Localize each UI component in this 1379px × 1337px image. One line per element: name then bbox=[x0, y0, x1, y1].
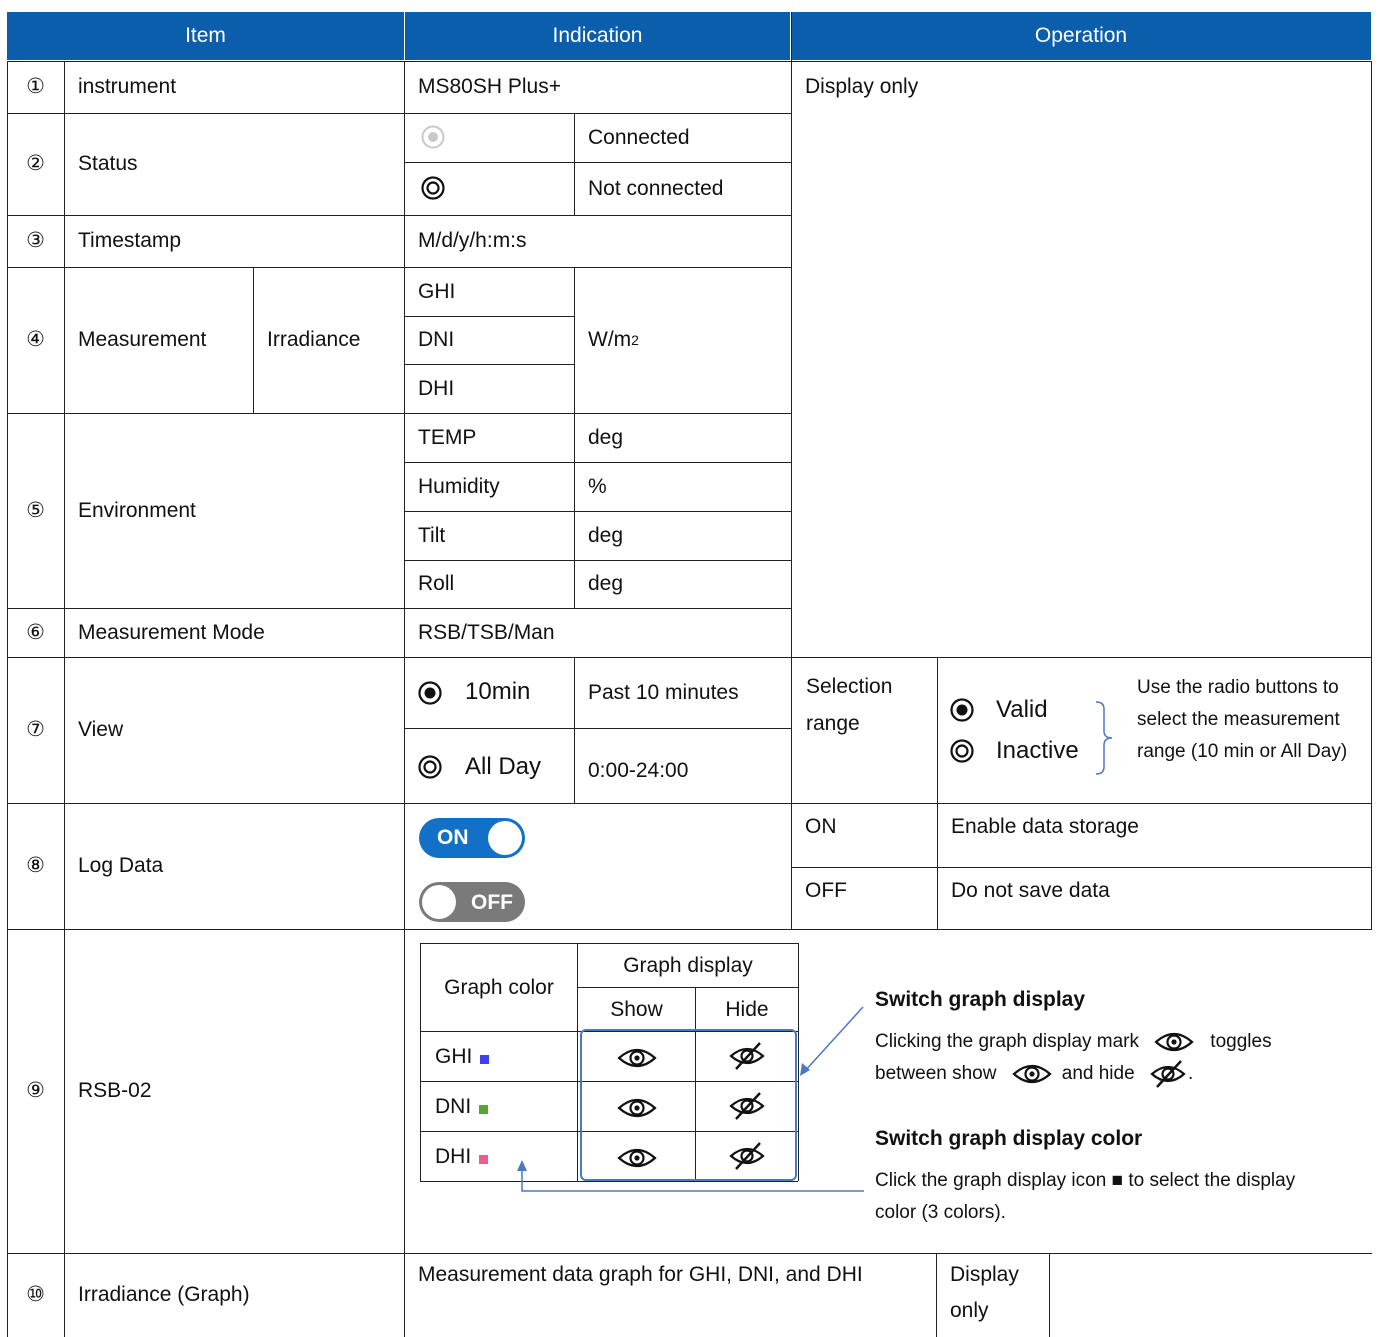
toggle-off-label: OFF bbox=[471, 891, 513, 914]
log-off-toggle[interactable]: OFF bbox=[419, 882, 525, 922]
param-name: Humidity bbox=[418, 474, 500, 498]
item-label: Log Data bbox=[78, 854, 164, 878]
param-unit: deg bbox=[588, 572, 624, 596]
item-label: RSB-02 bbox=[78, 1079, 152, 1103]
sub-item-label: Irradiance bbox=[267, 328, 361, 352]
eye-icon bbox=[1012, 1062, 1052, 1086]
param-dni: DNI bbox=[418, 328, 455, 352]
param-unit: deg bbox=[588, 523, 624, 547]
note-text: . bbox=[1187, 1063, 1194, 1084]
param-unit: % bbox=[588, 474, 607, 498]
not-connected-label: Not connected bbox=[588, 176, 724, 200]
color-square-icon[interactable] bbox=[479, 1155, 489, 1164]
callout-lines bbox=[517, 1006, 864, 1192]
toggle-on-label: ON bbox=[437, 826, 469, 849]
toggle-knob bbox=[422, 885, 456, 919]
unit-text: W/m bbox=[588, 328, 632, 352]
switch-display-line2: between show and hide . bbox=[875, 1058, 1193, 1090]
header-item: Item bbox=[7, 12, 404, 60]
note-text: between show bbox=[875, 1063, 997, 1084]
series-name: DHI bbox=[435, 1144, 472, 1168]
color-square-icon[interactable] bbox=[479, 1105, 489, 1114]
note-text: toggles bbox=[1210, 1031, 1272, 1052]
graph-display-header: Graph display bbox=[623, 953, 753, 977]
item-label: View bbox=[78, 718, 124, 742]
row-number: ⑦ bbox=[26, 718, 45, 742]
operation-text: Display only bbox=[950, 1263, 1019, 1322]
operation-text: Display only bbox=[805, 75, 919, 99]
off-label: OFF bbox=[805, 879, 847, 902]
param-name: Roll bbox=[418, 572, 455, 596]
item-label: Environment bbox=[78, 498, 196, 522]
note-text: and hide bbox=[1061, 1063, 1135, 1084]
row-number: ② bbox=[26, 152, 45, 176]
switch-color-line1: Click the graph display icon ■ to select… bbox=[875, 1170, 1296, 1191]
option-description: 0:00-24:00 bbox=[588, 758, 689, 782]
indication-value: Measurement data graph for GHI, DNI, and… bbox=[418, 1263, 863, 1286]
note-text: Clicking the graph display mark bbox=[875, 1031, 1140, 1052]
selection-range-label: Selection range bbox=[806, 675, 893, 735]
radio-selected-icon[interactable] bbox=[417, 680, 443, 706]
param-ghi: GHI bbox=[418, 279, 456, 303]
unit-label: W/m 2 bbox=[574, 267, 790, 413]
inactive-label: Inactive bbox=[996, 737, 1079, 764]
item-label: Measurement bbox=[78, 328, 207, 352]
series-name: GHI bbox=[435, 1044, 473, 1068]
eye-slash-icon bbox=[1148, 1059, 1188, 1089]
item-label: Status bbox=[78, 152, 138, 176]
param-unit: deg bbox=[588, 425, 624, 449]
row-number: ⑤ bbox=[26, 498, 45, 522]
eye-icon bbox=[1154, 1030, 1194, 1054]
color-square-icon[interactable] bbox=[480, 1055, 490, 1064]
param-name: Tilt bbox=[418, 523, 446, 547]
brace-icon bbox=[1095, 701, 1113, 775]
unit-superscript: 2 bbox=[631, 331, 639, 348]
row-number: ⑥ bbox=[26, 620, 45, 644]
on-label: ON bbox=[805, 815, 837, 838]
radio-valid-icon bbox=[950, 698, 974, 722]
switch-color-title: Switch graph display color bbox=[875, 1127, 1143, 1150]
indication-value: RSB/TSB/Man bbox=[418, 620, 555, 644]
switch-display-title: Switch graph display bbox=[875, 988, 1086, 1011]
item-label: Measurement Mode bbox=[78, 620, 265, 644]
radio-inactive-icon bbox=[950, 739, 974, 763]
toggle-knob bbox=[488, 821, 522, 855]
param-name: TEMP bbox=[418, 425, 477, 449]
item-label: Irradiance (Graph) bbox=[78, 1283, 250, 1307]
off-description: Do not save data bbox=[951, 879, 1110, 902]
param-dhi: DHI bbox=[418, 376, 455, 400]
selection-range-note: Use the radio buttons to select the meas… bbox=[1137, 677, 1348, 762]
item-label: Timestamp bbox=[78, 229, 182, 253]
option-description: Past 10 minutes bbox=[588, 680, 739, 704]
row-number: ⑩ bbox=[26, 1283, 45, 1307]
log-on-toggle[interactable]: ON bbox=[419, 818, 525, 858]
header-indication: Indication bbox=[405, 12, 790, 60]
row-number: ① bbox=[26, 75, 45, 99]
connected-label: Connected bbox=[588, 125, 690, 149]
row-number: ⑨ bbox=[26, 1079, 45, 1103]
radio-label-10min[interactable]: 10min bbox=[465, 678, 530, 706]
radio-unselected-icon[interactable] bbox=[417, 754, 443, 780]
on-description: Enable data storage bbox=[951, 815, 1139, 838]
row-number: ④ bbox=[26, 328, 45, 352]
series-name: DNI bbox=[435, 1094, 472, 1118]
radio-label-allday[interactable]: All Day bbox=[465, 753, 541, 781]
indication-value: MS80SH Plus+ bbox=[418, 75, 561, 99]
not-connected-status-icon bbox=[421, 176, 445, 200]
row-number: ⑧ bbox=[26, 854, 45, 878]
switch-display-line1: Clicking the graph display mark toggles bbox=[875, 1026, 1272, 1058]
switch-color-line2: color (3 colors). bbox=[875, 1202, 1006, 1223]
item-label: instrument bbox=[78, 75, 177, 99]
header-operation: Operation bbox=[791, 12, 1371, 60]
row-number: ③ bbox=[26, 229, 45, 253]
valid-label: Valid bbox=[996, 696, 1048, 723]
indication-value: M/d/y/h:m:s bbox=[418, 229, 527, 253]
connected-status-icon bbox=[421, 125, 445, 149]
